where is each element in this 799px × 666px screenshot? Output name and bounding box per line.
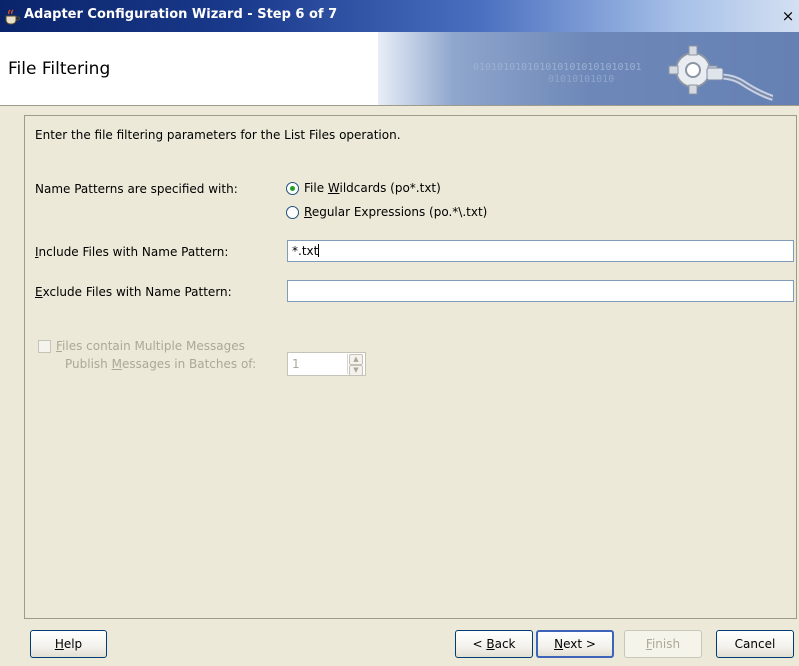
title-bar: Adapter Configuration Wizard - Step 6 of… — [0, 0, 799, 32]
batch-size-spinner[interactable]: 1 ▲ ▼ — [287, 352, 366, 376]
intro-text: Enter the file filtering parameters for … — [35, 128, 401, 142]
radio-file-wildcards[interactable]: File Wildcards (po*.txt) — [286, 181, 441, 195]
multiple-messages-checkbox[interactable] — [38, 340, 51, 353]
multiple-messages-label: Files contain Multiple Messages — [56, 339, 245, 353]
include-pattern-label: Include Files with Name Pattern: — [35, 245, 229, 259]
next-button[interactable]: Next > — [536, 630, 614, 658]
page-title: File Filtering — [8, 59, 111, 79]
java-cup-icon — [5, 9, 20, 25]
radio-regular-expressions-label: Regular Expressions (po.*\.txt) — [304, 205, 488, 219]
radio-file-wildcards-label: File Wildcards (po*.txt) — [304, 181, 441, 195]
include-pattern-input[interactable]: *.txt — [287, 240, 794, 262]
banner-binary-text: 0101010101010101010101010101 — [473, 62, 642, 73]
wizard-banner: File Filtering 0101010101010101010101010… — [0, 32, 799, 106]
radio-button-unchecked[interactable] — [286, 205, 299, 219]
name-patterns-label: Name Patterns are specified with: — [35, 182, 238, 196]
gear-cable-icon — [668, 45, 773, 101]
spinner-down-icon[interactable]: ▼ — [349, 365, 363, 376]
radio-button-checked[interactable] — [286, 181, 299, 195]
window-title: Adapter Configuration Wizard - Step 6 of… — [24, 7, 338, 22]
banner-art: 0101010101010101010101010101 01010101010 — [378, 32, 799, 105]
content-panel: Enter the file filtering parameters for … — [24, 115, 797, 619]
wizard-window: Adapter Configuration Wizard - Step 6 of… — [0, 0, 799, 666]
close-icon[interactable]: × — [779, 8, 797, 24]
batch-size-label: Publish Messages in Batches of: — [65, 357, 257, 371]
spinner-arrows: ▲ ▼ — [347, 354, 364, 376]
exclude-pattern-input[interactable] — [287, 280, 794, 302]
spinner-up-icon[interactable]: ▲ — [349, 354, 363, 365]
cancel-button[interactable]: Cancel — [716, 630, 794, 658]
help-button[interactable]: Help — [30, 630, 107, 658]
radio-regular-expressions[interactable]: Regular Expressions (po.*\.txt) — [286, 205, 487, 219]
back-button[interactable]: < Back — [455, 630, 533, 658]
finish-button[interactable]: Finish — [624, 630, 702, 658]
batch-size-value: 1 — [292, 357, 300, 371]
exclude-pattern-label: Exclude Files with Name Pattern: — [35, 285, 232, 299]
banner-binary-text-2: 01010101010 — [548, 74, 615, 85]
